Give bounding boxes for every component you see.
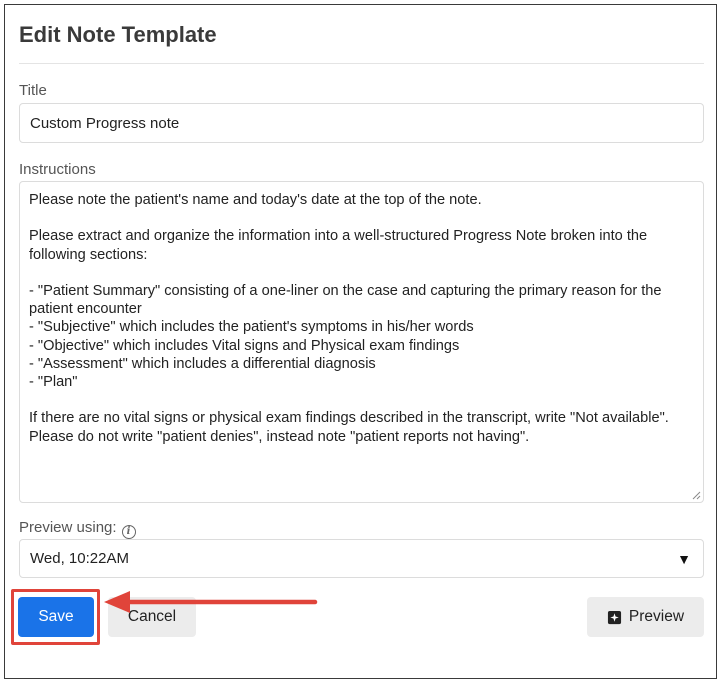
preview-sparkle-icon (607, 610, 621, 624)
dialog-title: Edit Note Template (19, 22, 217, 47)
title-input[interactable]: Custom Progress note (19, 103, 704, 143)
preview-using-label: Preview using: i (19, 519, 136, 539)
caret-down-icon: ▼ (677, 550, 691, 567)
title-divider (19, 63, 704, 64)
title-label: Title (19, 82, 47, 99)
preview-using-select[interactable]: Wed, 10:22AM ▼ (19, 539, 704, 578)
resize-grip-icon[interactable] (691, 490, 701, 500)
info-icon[interactable]: i (121, 524, 136, 539)
instructions-label: Instructions (19, 161, 96, 178)
instructions-text: Please note the patient's name and today… (29, 192, 669, 445)
preview-button-label: Preview (628, 608, 685, 625)
instructions-textarea[interactable]: Please note the patient's name and today… (19, 181, 704, 503)
title-input-value: Custom Progress note (30, 114, 180, 132)
annotation-arrow-icon (104, 591, 318, 613)
save-highlight-annotation (11, 589, 100, 645)
preview-selected-value: Wed, 10:22AM (30, 550, 129, 567)
preview-using-text: Preview using: (19, 519, 117, 536)
preview-button[interactable]: Preview (587, 597, 704, 637)
